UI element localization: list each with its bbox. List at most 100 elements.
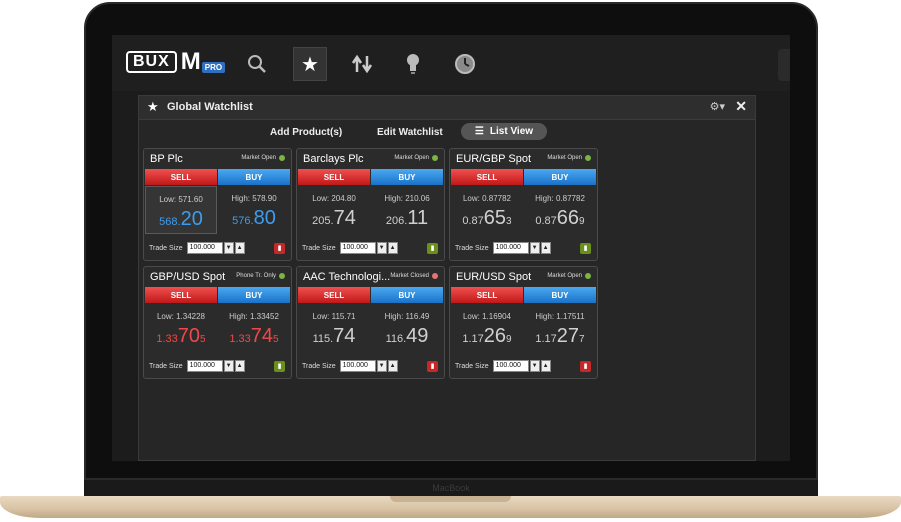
chevron-up-icon[interactable]: ▲ <box>540 242 551 254</box>
sell-price-fraction: 3 <box>506 216 512 227</box>
buy-button[interactable]: BUY <box>218 287 290 303</box>
sell-price-fraction: 9 <box>506 334 512 345</box>
instrument-name[interactable]: BP Plc <box>150 153 238 165</box>
app-logo[interactable]: BUX M PRO <box>126 50 226 74</box>
sell-price-major: 0.87 <box>462 215 484 227</box>
status-dot-icon <box>432 155 438 161</box>
buy-price-fraction: 7 <box>579 334 585 345</box>
chevron-down-icon[interactable]: ▼ <box>376 242 387 254</box>
buy-price-pips: 27 <box>556 325 580 347</box>
market-status: Market Open <box>394 155 438 161</box>
instrument-card[interactable]: GBP/USD Spot Phone Tr. Only SELL BUY Low… <box>143 266 292 379</box>
buy-quote[interactable]: High: 210.06 206.11 <box>371 186 443 234</box>
lightbulb-icon <box>407 54 419 74</box>
toolbar-edge-tab[interactable] <box>778 49 790 81</box>
buy-quote[interactable]: High: 116.49 116.49 <box>371 304 443 352</box>
instrument-name[interactable]: EUR/GBP Spot <box>456 153 544 165</box>
high-price: High: 0.87782 <box>535 194 585 203</box>
instrument-card[interactable]: BP Plc Market Open SELL BUY Low: 571.60 … <box>143 148 292 261</box>
sell-button[interactable]: SELL <box>145 287 217 303</box>
trade-size-input[interactable]: 100.000 <box>186 360 223 372</box>
history-button[interactable] <box>448 47 482 81</box>
list-view-label: List View <box>489 126 534 137</box>
lock-icon[interactable]: ▮ <box>580 242 591 254</box>
sell-quote[interactable]: Low: 0.87782 0.87653 <box>451 186 523 234</box>
lock-icon[interactable]: ▮ <box>274 360 285 372</box>
gear-icon[interactable]: ⚙▾ <box>710 100 725 113</box>
sell-price-major: 568. <box>159 216 181 228</box>
instrument-name[interactable]: EUR/USD Spot <box>456 271 544 283</box>
instrument-name[interactable]: Barclays Plc <box>303 153 391 165</box>
chevron-down-icon[interactable]: ▼ <box>529 360 540 372</box>
trade-size-input[interactable]: 100.000 <box>339 242 376 254</box>
status-dot-icon <box>585 155 591 161</box>
app-screen: BUX M PRO ★ ★ Global Watchlist ⚙▾ ✕ Add … <box>112 35 790 461</box>
lock-icon[interactable]: ▮ <box>427 242 438 254</box>
instrument-name[interactable]: AAC Technologi... <box>303 271 391 283</box>
trade-size-label: Trade Size <box>149 244 183 252</box>
ideas-button[interactable] <box>396 47 430 81</box>
sell-price: 0.87653 <box>451 207 523 230</box>
buy-button[interactable]: BUY <box>524 287 596 303</box>
trade-size-row: Trade Size 100.000 ▼ ▲ ▮ <box>149 359 285 373</box>
buy-price: 116.49 <box>371 325 443 348</box>
lock-icon[interactable]: ▮ <box>580 360 591 372</box>
chevron-up-icon[interactable]: ▲ <box>540 360 551 372</box>
sell-price: 568.20 <box>146 208 216 231</box>
sell-button[interactable]: SELL <box>298 169 370 185</box>
low-price: Low: 1.16904 <box>462 312 512 321</box>
lock-icon[interactable]: ▮ <box>274 242 285 254</box>
search-button[interactable] <box>240 47 274 81</box>
sell-quote[interactable]: Low: 204.80 205.74 <box>298 186 370 234</box>
sell-quote[interactable]: Low: 1.34228 1.33705 <box>145 304 217 352</box>
sell-button[interactable]: SELL <box>298 287 370 303</box>
sell-button[interactable]: SELL <box>451 287 523 303</box>
watchlist-button[interactable]: ★ <box>293 47 327 81</box>
buy-quote[interactable]: High: 0.87782 0.87669 <box>524 186 596 234</box>
trade-button[interactable] <box>345 47 379 81</box>
chevron-down-icon[interactable]: ▼ <box>376 360 387 372</box>
instrument-card[interactable]: AAC Technologi... Market Closed SELL BUY… <box>296 266 445 379</box>
chevron-up-icon[interactable]: ▲ <box>234 360 245 372</box>
trade-size-input[interactable]: 100.000 <box>339 360 376 372</box>
instrument-card[interactable]: Barclays Plc Market Open SELL BUY Low: 2… <box>296 148 445 261</box>
list-view-button[interactable]: ☰ List View <box>461 123 547 140</box>
status-dot-icon <box>279 155 285 161</box>
buy-button[interactable]: BUY <box>371 287 443 303</box>
buy-price-pips: 49 <box>406 325 429 347</box>
buy-button[interactable]: BUY <box>218 169 290 185</box>
sell-quote[interactable]: Low: 115.71 115.74 <box>298 304 370 352</box>
top-toolbar: BUX M PRO ★ <box>112 35 790 91</box>
trade-size-input[interactable]: 100.000 <box>492 360 529 372</box>
chevron-up-icon[interactable]: ▲ <box>387 242 398 254</box>
logo-pro-badge: PRO <box>201 61 226 73</box>
add-products-link[interactable]: Add Product(s) <box>270 127 342 138</box>
trade-size-input[interactable]: 100.000 <box>492 242 529 254</box>
sell-button[interactable]: SELL <box>145 169 217 185</box>
buy-quote[interactable]: High: 578.90 576.80 <box>218 186 290 234</box>
buy-quote[interactable]: High: 1.17511 1.17277 <box>524 304 596 352</box>
edit-watchlist-link[interactable]: Edit Watchlist <box>377 127 443 138</box>
chevron-up-icon[interactable]: ▲ <box>234 242 245 254</box>
chevron-down-icon[interactable]: ▼ <box>223 242 234 254</box>
close-icon[interactable]: ✕ <box>735 98 747 115</box>
panel-title: Global Watchlist <box>167 101 253 113</box>
sell-button[interactable]: SELL <box>451 169 523 185</box>
chevron-up-icon[interactable]: ▲ <box>387 360 398 372</box>
chevron-down-icon[interactable]: ▼ <box>529 242 540 254</box>
buy-button[interactable]: BUY <box>524 169 596 185</box>
trade-size-input[interactable]: 100.000 <box>186 242 223 254</box>
instrument-name[interactable]: GBP/USD Spot <box>150 271 238 283</box>
buy-quote[interactable]: High: 1.33452 1.33745 <box>218 304 290 352</box>
instrument-card[interactable]: EUR/USD Spot Market Open SELL BUY Low: 1… <box>449 266 598 379</box>
chevron-down-icon[interactable]: ▼ <box>223 360 234 372</box>
buy-price-pips: 74 <box>250 325 274 347</box>
lock-icon[interactable]: ▮ <box>427 360 438 372</box>
trade-size-label: Trade Size <box>149 362 183 370</box>
low-price: Low: 0.87782 <box>462 194 512 203</box>
buy-button[interactable]: BUY <box>371 169 443 185</box>
sell-quote[interactable]: Low: 1.16904 1.17269 <box>451 304 523 352</box>
instrument-card[interactable]: EUR/GBP Spot Market Open SELL BUY Low: 0… <box>449 148 598 261</box>
sell-quote[interactable]: Low: 571.60 568.20 <box>145 186 217 234</box>
buy-price-major: 0.87 <box>535 215 557 227</box>
